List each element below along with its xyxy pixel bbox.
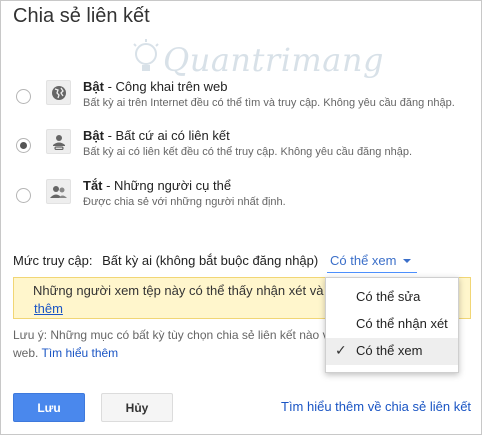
warning-more-link[interactable]: thêm [34,300,63,318]
option-label: Tắt - Những người cụ thể [83,178,232,193]
dialog-title: Chia sẻ liên kết [13,5,150,27]
caret-down-icon [403,259,411,263]
menu-item-can-comment[interactable]: Có thể nhận xét [326,311,458,338]
permission-menu: Có thể sửa Có thể nhận xét ✓ Có thể xem [325,277,459,373]
option-label: Bật - Công khai trên web [83,79,228,94]
radio-public-web[interactable] [16,89,31,104]
menu-item-label: Có thể xem [356,343,423,358]
watermark-text: Quantrimang [163,41,384,79]
learn-more-link[interactable]: Tìm hiểu thêm [41,346,118,360]
option-anyone-with-link[interactable]: Bật - Bất cứ ai có liên kết Bất kỳ ai có… [1,128,482,168]
note-line-end: web. [13,346,39,360]
note-text: Lưu ý: Những mục có bất kỳ tùy chọn chia… [13,326,336,362]
permission-dropdown-value: Có thể xem [330,253,397,268]
checkmark-icon: ✓ [335,342,347,358]
radio-anyone-with-link[interactable] [16,138,31,153]
option-description: Bất kỳ ai trên Internet đều có thể tìm v… [83,97,455,109]
cancel-button[interactable]: Hủy [101,393,173,422]
menu-item-can-view[interactable]: ✓ Có thể xem [326,338,458,365]
option-description: Được chia sẻ với những người nhất định. [83,196,286,208]
access-level-row: Mức truy cập: Bất kỳ ai (không bắt buộc … [13,253,318,268]
globe-icon [46,80,71,105]
menu-item-can-edit[interactable]: Có thể sửa [326,284,458,311]
radio-specific-people[interactable] [16,188,31,203]
menu-item-label: Có thể sửa [356,289,421,304]
person-link-icon [46,129,71,154]
warning-text: Những người xem tệp này có thể thấy nhận… [33,283,324,298]
access-level-value: Bất kỳ ai (không bắt buộc đăng nhập) [102,253,319,268]
save-button[interactable]: Lưu [13,393,85,422]
note-line: Lưu ý: Những mục có bất kỳ tùy chọn chia… [13,328,336,342]
option-specific-people[interactable]: Tắt - Những người cụ thể Được chia sẻ vớ… [1,178,482,218]
access-level-label: Mức truy cập: [13,253,93,268]
learn-more-sharing-link[interactable]: Tìm hiểu thêm về chia sẻ liên kết [281,399,471,414]
watermark-lightbulb-icon [133,39,159,71]
permission-dropdown[interactable]: Có thể xem [327,249,417,273]
option-description: Bất kỳ ai có liên kết đều có thể truy cậ… [83,146,412,158]
option-public-web[interactable]: Bật - Công khai trên web Bất kỳ ai trên … [1,79,482,119]
people-icon [46,179,71,204]
option-label: Bật - Bất cứ ai có liên kết [83,128,230,143]
share-link-dialog: Chia sẻ liên kết Quantrimang Bật - Công … [0,0,482,435]
menu-item-label: Có thể nhận xét [356,316,448,331]
